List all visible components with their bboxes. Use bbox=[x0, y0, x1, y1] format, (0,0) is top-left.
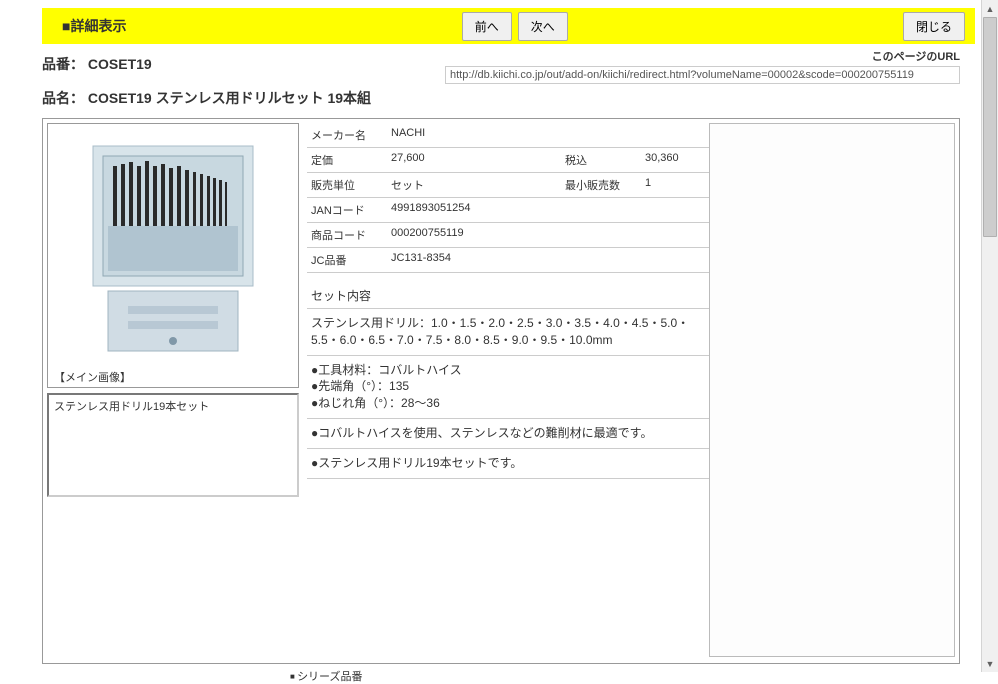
pcode-value: 000200755119 bbox=[391, 227, 705, 243]
twist-angle-line: ●ねじれ角（°）：28～36 bbox=[311, 395, 705, 412]
jan-label: JANコード bbox=[311, 202, 391, 218]
code-value: COSET19 bbox=[88, 56, 152, 72]
url-label: このページのURL bbox=[872, 48, 960, 64]
spec-row-jan: JANコード 4991893051254 bbox=[307, 198, 709, 223]
nav-buttons: 前へ 次へ bbox=[126, 12, 903, 41]
description-box[interactable]: ステンレス用ドリル19本セット bbox=[47, 393, 299, 497]
minqty-value: 1 bbox=[645, 177, 705, 193]
main-area: 【メイン画像】 ステンレス用ドリル19本セット メーカー名 NACHI 定価 2… bbox=[42, 118, 960, 664]
spec-row-jc: JC品番 JC131-8354 bbox=[307, 248, 709, 273]
url-input[interactable] bbox=[445, 66, 960, 84]
spec-table: メーカー名 NACHI 定価 27,600 税込 30,360 販売単位 セット… bbox=[307, 123, 709, 273]
content-body-1: ステンレス用ドリル：1.0・1.5・2.0・2.5・3.0・3.5・4.0・4.… bbox=[307, 309, 709, 356]
prev-button[interactable]: 前へ bbox=[462, 12, 512, 41]
name-value: COSET19 ステンレス用ドリルセット 19本組 bbox=[88, 90, 371, 106]
unit-value: セット bbox=[391, 177, 565, 193]
product-image-box: 【メイン画像】 bbox=[47, 123, 299, 388]
content-header: セット内容 bbox=[307, 283, 709, 309]
close-button[interactable]: 閉じる bbox=[903, 12, 965, 41]
series-label: シリーズ品番 bbox=[297, 671, 362, 683]
header-bar: ■詳細表示 前へ 次へ 閉じる bbox=[42, 8, 975, 44]
tip-angle-line: ●先端角（°）：135 bbox=[311, 378, 705, 395]
tax-value: 30,360 bbox=[645, 152, 705, 168]
code-label: 品番： bbox=[42, 56, 84, 72]
image-caption: 【メイン画像】 bbox=[54, 369, 131, 385]
price-label: 定価 bbox=[311, 152, 391, 168]
footer-series: シリーズ品番 bbox=[42, 664, 975, 684]
tax-label: 税込 bbox=[565, 152, 645, 168]
page-scrollbar[interactable]: ▲ ▼ bbox=[981, 0, 998, 672]
minqty-label: 最小販売数 bbox=[565, 177, 645, 193]
pcode-label: 商品コード bbox=[311, 227, 391, 243]
scroll-thumb[interactable] bbox=[983, 17, 997, 237]
content-body-2: ●工具材料：コバルトハイス ●先端角（°）：135 ●ねじれ角（°）：28～36 bbox=[307, 356, 709, 419]
description-text: ステンレス用ドリル19本セット bbox=[54, 401, 209, 413]
jc-value: JC131-8354 bbox=[391, 252, 705, 268]
next-button[interactable]: 次へ bbox=[518, 12, 568, 41]
spec-row-unit: 販売単位 セット 最小販売数 1 bbox=[307, 173, 709, 198]
scroll-down-button[interactable]: ▼ bbox=[982, 655, 998, 672]
spec-scroll-area[interactable]: メーカー名 NACHI 定価 27,600 税込 30,360 販売単位 セット… bbox=[303, 119, 713, 659]
page-title: ■詳細表示 bbox=[62, 16, 126, 36]
spec-row-maker: メーカー名 NACHI bbox=[307, 123, 709, 148]
unit-label: 販売単位 bbox=[311, 177, 391, 193]
right-panel bbox=[709, 123, 955, 657]
scroll-up-button[interactable]: ▲ bbox=[982, 0, 998, 17]
name-label: 品名： bbox=[42, 90, 84, 106]
content-body-3: ●コバルトハイスを使用、ステンレスなどの難削材に最適です。 bbox=[307, 419, 709, 449]
content-section: セット内容 ステンレス用ドリル：1.0・1.5・2.0・2.5・3.0・3.5・… bbox=[307, 283, 709, 479]
content-body-4: ●ステンレス用ドリル19本セットです。 bbox=[307, 449, 709, 479]
jc-label: JC品番 bbox=[311, 252, 391, 268]
product-name-line: 品名： COSET19 ステンレス用ドリルセット 19本組 bbox=[0, 80, 975, 114]
material-line: ●工具材料：コバルトハイス bbox=[311, 362, 705, 379]
spec-row-price: 定価 27,600 税込 30,360 bbox=[307, 148, 709, 173]
price-value: 27,600 bbox=[391, 152, 565, 168]
jan-value: 4991893051254 bbox=[391, 202, 705, 218]
spec-row-pcode: 商品コード 000200755119 bbox=[307, 223, 709, 248]
maker-value: NACHI bbox=[391, 127, 705, 143]
maker-label: メーカー名 bbox=[311, 127, 391, 143]
product-image bbox=[83, 136, 263, 366]
